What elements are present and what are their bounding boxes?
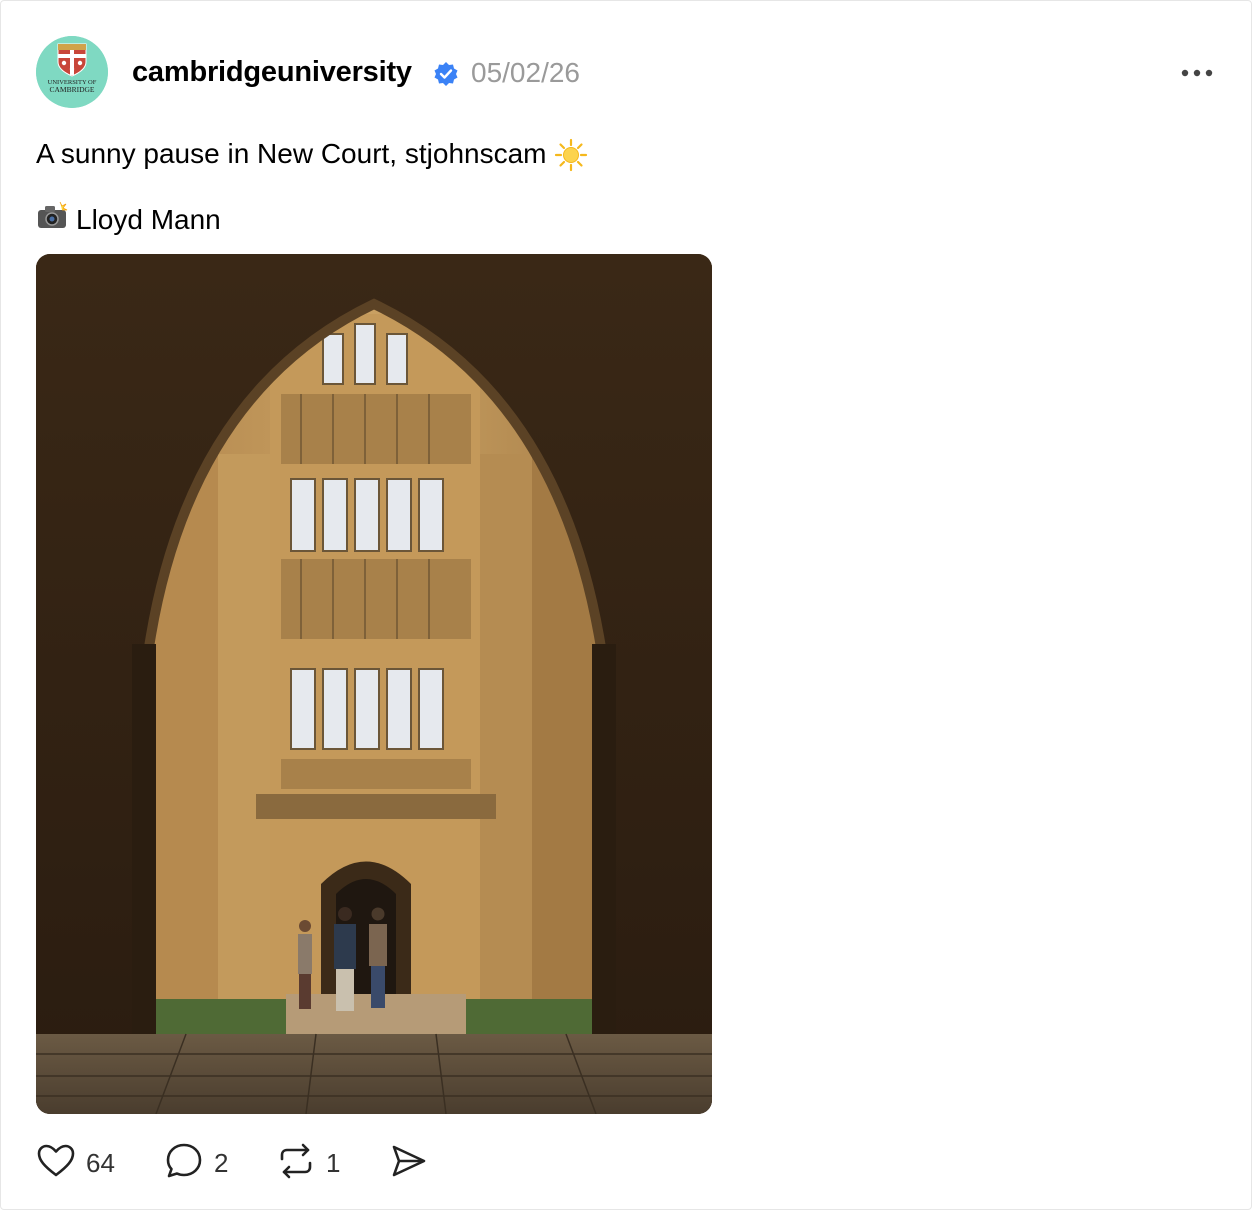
share-button[interactable]: [388, 1139, 428, 1187]
like-count: 64: [86, 1147, 115, 1178]
repost-count: 1: [326, 1147, 341, 1178]
share-icon: [388, 1141, 428, 1186]
post-timestamp: 05/02/26: [471, 57, 580, 88]
camera-flash-icon: [36, 201, 76, 238]
post-actions: 64 2 1: [36, 1139, 456, 1187]
post-card: UNIVERSITY OF CAMBRIDGE cambridgeunivers…: [0, 0, 1252, 1210]
avatar-text-line2: CAMBRIDGE: [49, 85, 94, 94]
sun-icon: [554, 138, 588, 173]
reply-button[interactable]: 2: [164, 1139, 228, 1187]
reply-count: 2: [214, 1147, 229, 1178]
more-icon[interactable]: [1177, 59, 1217, 87]
comment-icon: [164, 1141, 204, 1186]
verified-icon: [433, 61, 459, 87]
photo-credit: Lloyd Mann: [36, 201, 221, 238]
heart-icon: [36, 1141, 76, 1186]
profile-avatar[interactable]: UNIVERSITY OF CAMBRIDGE: [36, 36, 108, 108]
post-image[interactable]: [36, 254, 712, 1114]
credit-name: Lloyd Mann: [76, 203, 221, 235]
like-button[interactable]: 64: [36, 1139, 115, 1187]
repost-icon: [276, 1141, 316, 1186]
repost-button[interactable]: 1: [276, 1139, 340, 1187]
caption-text: A sunny pause in New Court, stjohnscam: [36, 138, 547, 169]
username[interactable]: cambridgeuniversity: [132, 56, 412, 89]
post-caption: A sunny pause in New Court, stjohnscam: [36, 138, 588, 173]
